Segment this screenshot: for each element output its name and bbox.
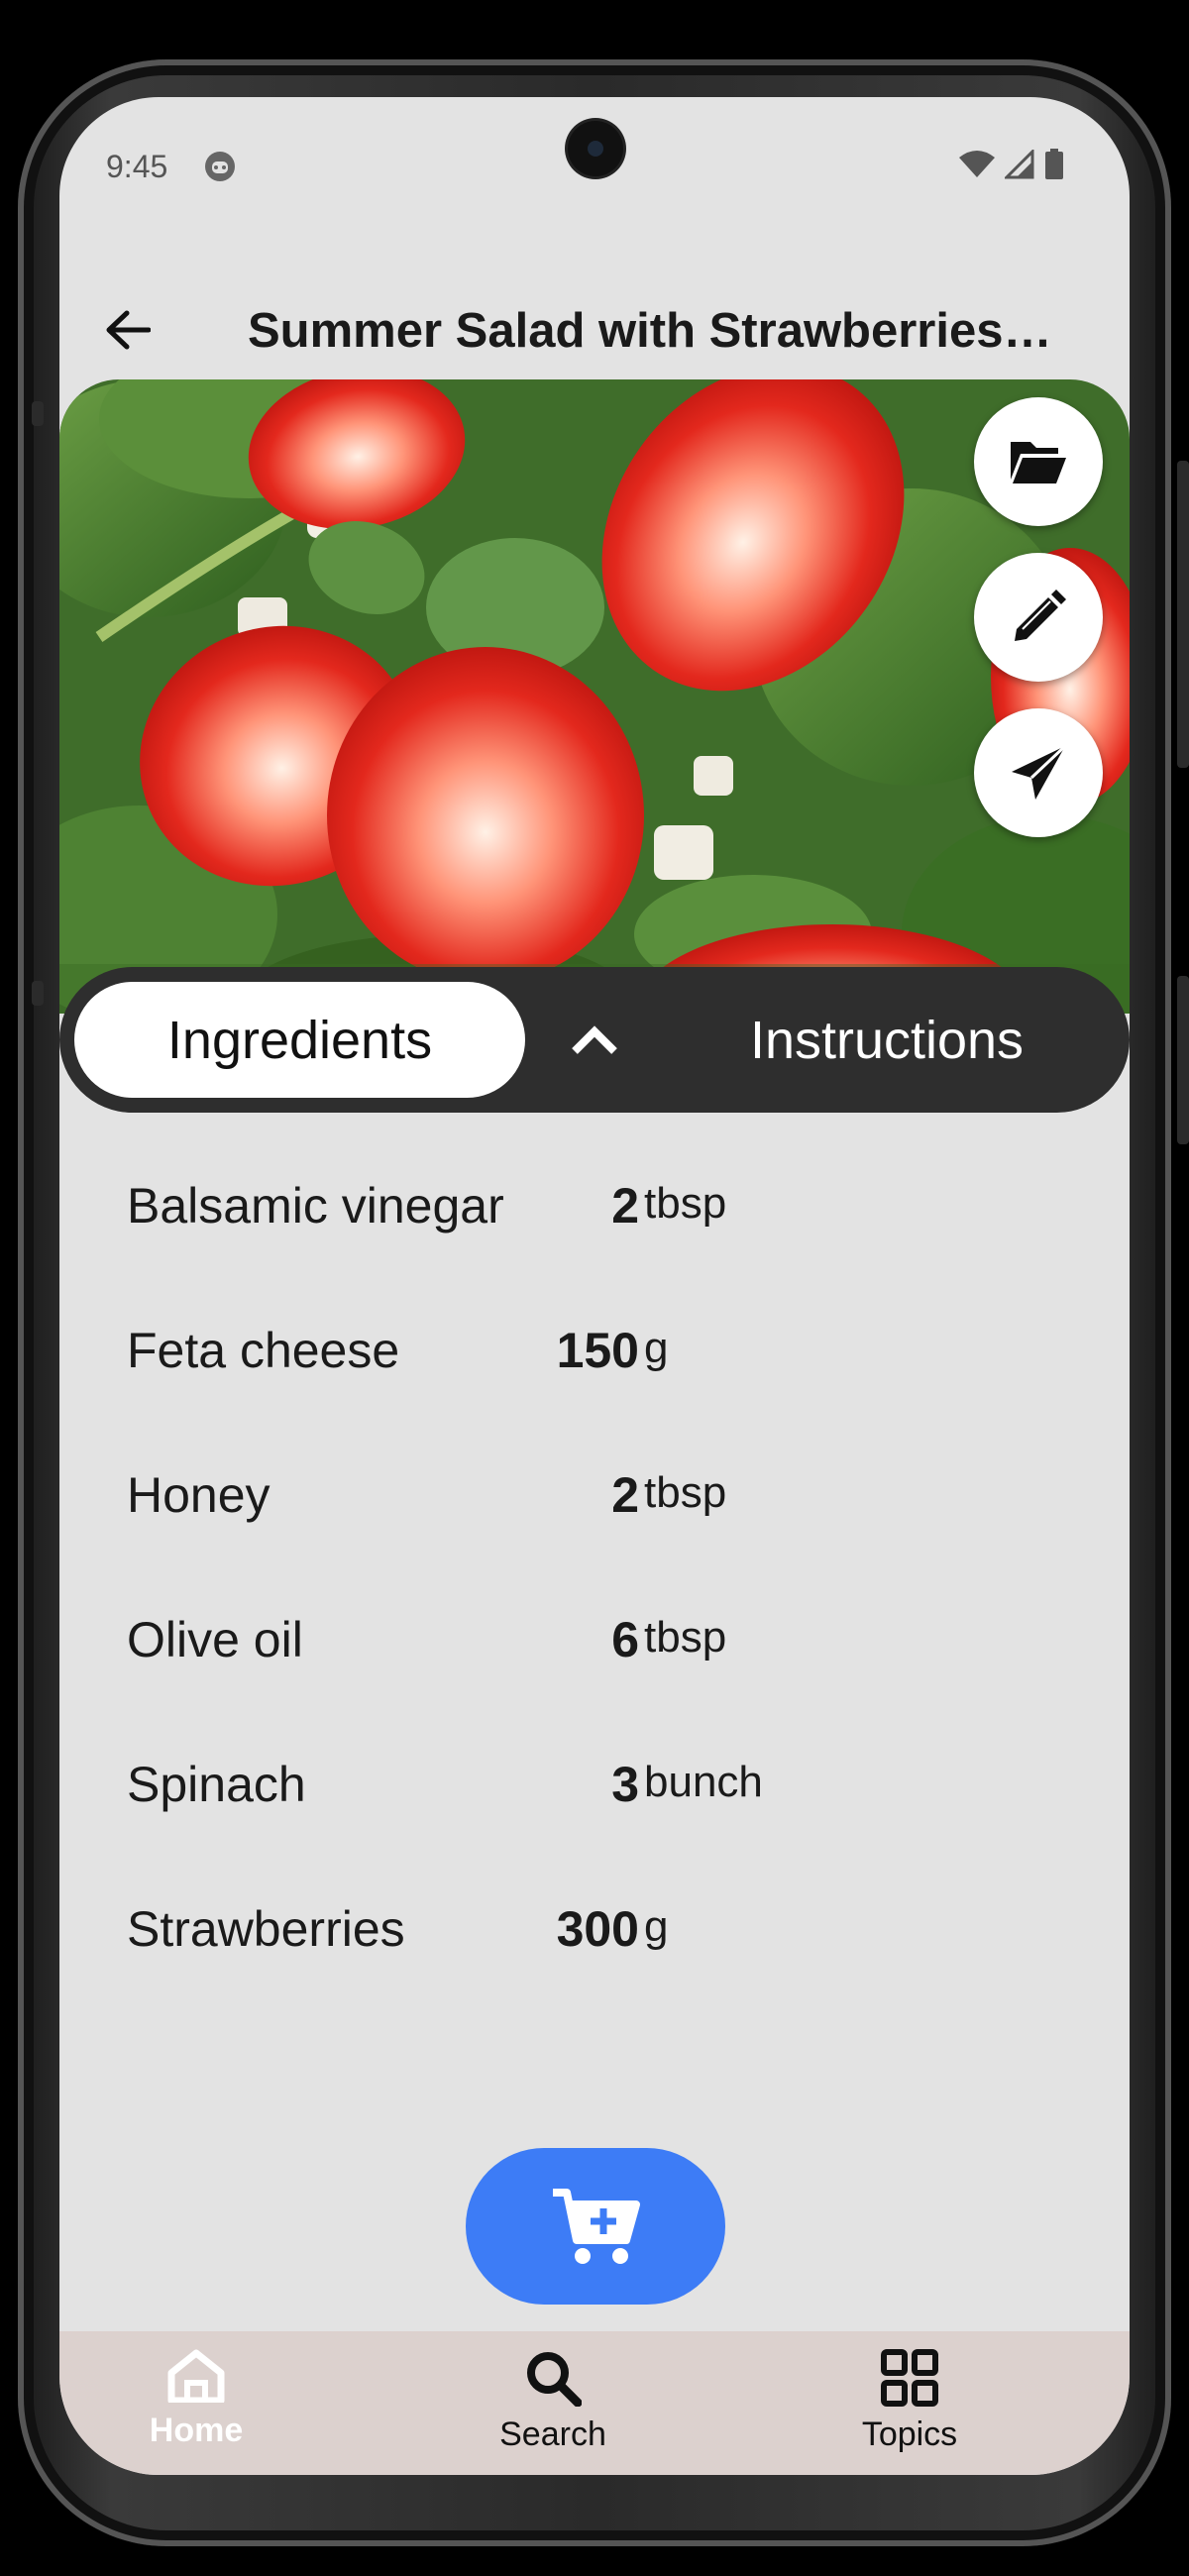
wifi-icon <box>959 151 995 177</box>
ingredient-unit: tbsp <box>644 1468 727 1517</box>
ingredient-amount: 3 <box>611 1757 639 1812</box>
ingredient-unit: tbsp <box>644 1179 727 1228</box>
add-to-cart-button[interactable] <box>466 2148 725 2305</box>
edit-recipe-button[interactable] <box>974 553 1103 682</box>
back-button[interactable] <box>99 301 157 359</box>
side-button <box>32 981 44 1006</box>
nav-search-label: Search <box>499 2415 606 2453</box>
nav-search[interactable]: Search <box>454 2349 652 2454</box>
ingredient-amount: 300 <box>556 1901 639 1957</box>
battery-icon <box>1045 149 1063 179</box>
status-icons <box>959 149 1064 180</box>
nav-topics[interactable]: Topics <box>811 2349 1009 2454</box>
arrow-back-icon <box>106 310 151 350</box>
list-item: Spinach 3 bunch <box>59 1736 1130 1880</box>
top-app-bar: Summer Salad with Strawberries… <box>59 275 1130 384</box>
expand-toggle-button[interactable] <box>565 1010 624 1069</box>
notification-face-icon <box>205 152 235 181</box>
home-icon <box>167 2349 225 2405</box>
nav-home-label: Home <box>149 2412 244 2449</box>
ingredient-amount: 150 <box>556 1323 639 1378</box>
ingredient-name: Strawberries <box>127 1901 405 1957</box>
ingredient-name: Honey <box>127 1467 270 1523</box>
nav-topics-label: Topics <box>861 2415 958 2453</box>
ingredient-amount: 2 <box>611 1467 639 1523</box>
list-item: Balsamic vinegar 2 tbsp <box>59 1157 1130 1302</box>
save-to-folder-button[interactable] <box>974 397 1103 526</box>
grid-icon <box>881 2349 938 2407</box>
ingredient-name: Feta cheese <box>127 1323 400 1378</box>
ingredient-amount: 2 <box>611 1178 639 1234</box>
side-button <box>32 401 44 426</box>
cell-signal-icon <box>1005 150 1034 179</box>
add-to-cart-icon <box>553 2189 640 2264</box>
folder-open-icon <box>1011 442 1066 483</box>
paper-plane-icon <box>1012 744 1067 800</box>
ingredient-amount: 6 <box>611 1612 639 1667</box>
status-bar: 9:45 <box>59 97 1130 236</box>
list-item: Olive oil 6 tbsp <box>59 1591 1130 1736</box>
nav-home[interactable]: Home <box>97 2349 295 2450</box>
search-icon <box>527 2352 583 2408</box>
ingredient-unit: bunch <box>644 1758 763 1806</box>
recipe-tabs: Ingredients Instructions <box>59 967 1130 1113</box>
chevron-up-icon <box>572 1025 617 1054</box>
screen: 9:45 Summer Salad with Strawberries… Ing… <box>59 97 1130 2475</box>
ingredient-unit: g <box>644 1324 669 1372</box>
salad-illustration <box>59 379 1130 1014</box>
ingredient-name: Olive oil <box>127 1612 303 1667</box>
tab-ingredients[interactable]: Ingredients <box>74 982 525 1098</box>
volume-button <box>1177 461 1189 768</box>
ingredient-unit: g <box>644 1902 669 1951</box>
power-button <box>1177 976 1189 1144</box>
list-item: Feta cheese 150 g <box>59 1302 1130 1447</box>
ingredient-unit: tbsp <box>644 1613 727 1662</box>
bottom-navigation: Home Search Topics <box>59 2331 1130 2475</box>
tab-instructions[interactable]: Instructions <box>694 982 1080 1098</box>
recipe-photo <box>59 379 1130 1014</box>
ingredient-name: Spinach <box>127 1757 306 1812</box>
status-time: 9:45 <box>106 149 168 184</box>
share-recipe-button[interactable] <box>974 708 1103 837</box>
pencil-icon <box>1015 590 1066 641</box>
front-camera <box>568 121 623 176</box>
page-title: Summer Salad with Strawberries… <box>248 304 1052 358</box>
ingredient-list: Balsamic vinegar 2 tbsp Feta cheese 150 … <box>59 1157 1130 2025</box>
list-item: Honey 2 tbsp <box>59 1447 1130 1591</box>
ingredient-name: Balsamic vinegar <box>127 1178 504 1234</box>
list-item: Strawberries 300 g <box>59 1880 1130 2025</box>
